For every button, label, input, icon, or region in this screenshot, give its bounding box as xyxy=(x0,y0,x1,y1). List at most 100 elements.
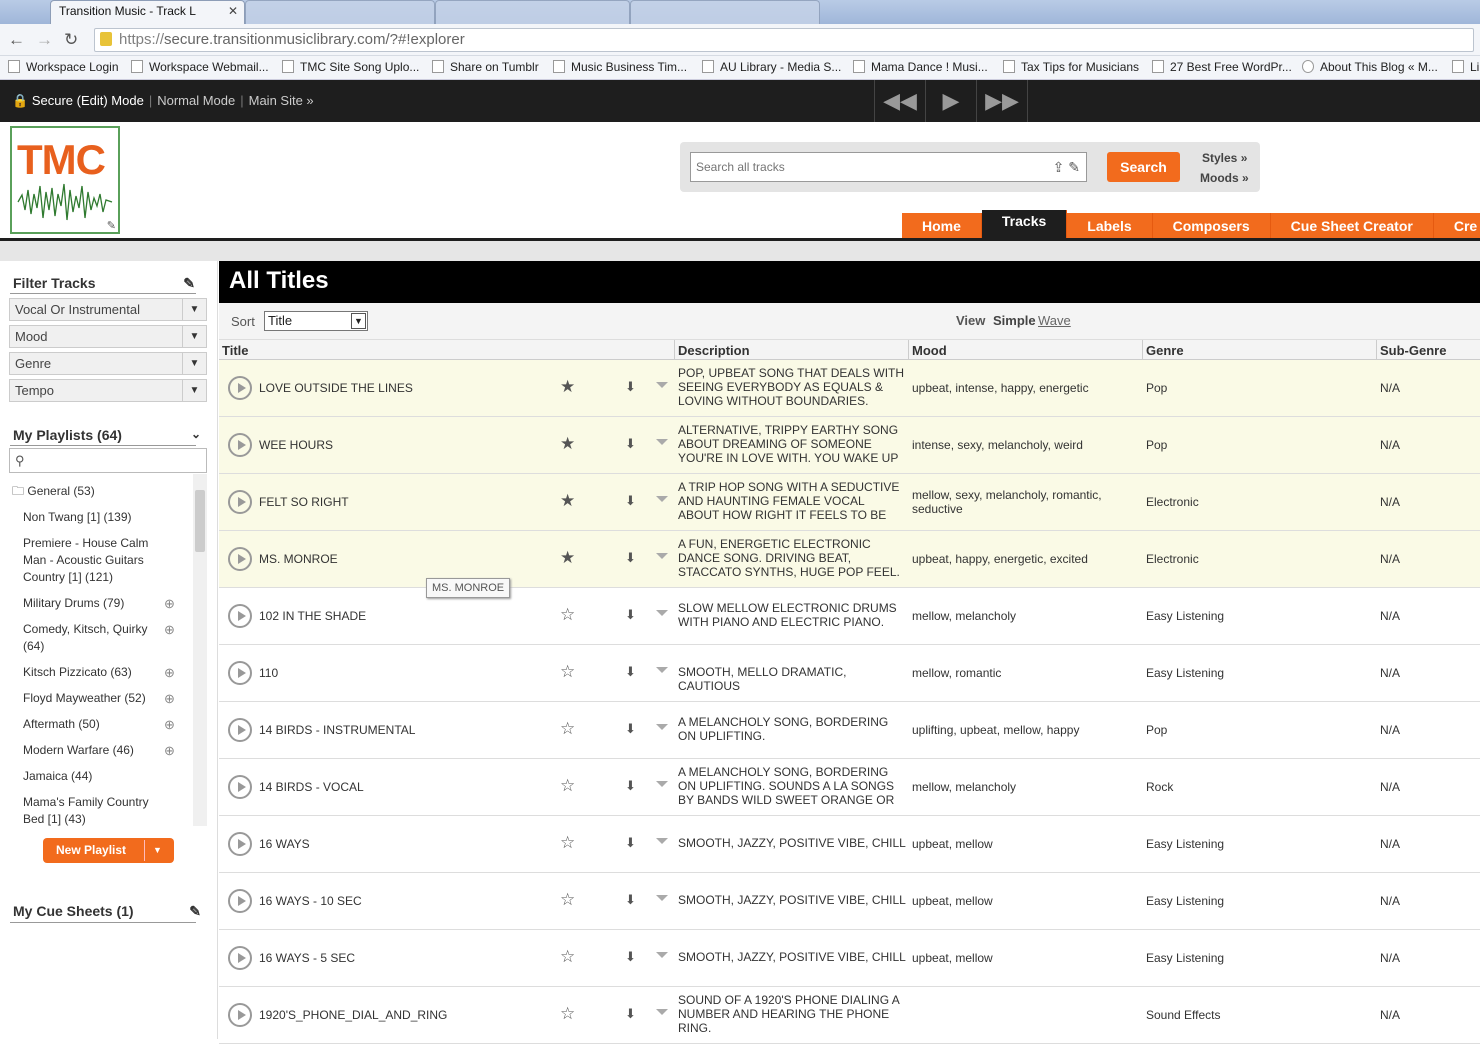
star-filled-icon[interactable]: ★ xyxy=(560,548,575,568)
col-genre[interactable]: Genre xyxy=(1146,343,1184,358)
browser-tab[interactable] xyxy=(630,0,820,24)
add-circle-icon[interactable]: ⊕ xyxy=(164,595,175,612)
play-circle-icon[interactable] xyxy=(228,661,252,685)
edit-icon[interactable]: ✎ xyxy=(107,219,116,232)
nav-more[interactable]: Cre xyxy=(1433,213,1480,239)
edit-icon[interactable]: ✎ xyxy=(189,903,201,920)
upload-icon[interactable]: ⇪ xyxy=(1053,159,1065,175)
track-title[interactable]: 16 WAYS - 10 SEC xyxy=(259,894,362,908)
back-icon[interactable]: ← xyxy=(8,30,25,50)
star-outline-icon[interactable]: ☆ xyxy=(560,833,575,853)
play-circle-icon[interactable] xyxy=(228,376,252,400)
play-circle-icon[interactable] xyxy=(228,832,252,856)
star-outline-icon[interactable]: ☆ xyxy=(560,1004,575,1024)
download-icon[interactable]: ⬇ xyxy=(625,607,636,623)
star-filled-icon[interactable]: ★ xyxy=(560,434,575,454)
secure-mode-link[interactable]: Secure (Edit) Mode xyxy=(32,93,144,108)
browser-tab[interactable] xyxy=(435,0,630,24)
view-simple[interactable]: Simple xyxy=(993,313,1036,328)
bookmark-item[interactable]: 27 Best Free WordPr... xyxy=(1152,60,1292,74)
edit-icon[interactable]: ✎ xyxy=(1068,159,1080,175)
play-circle-icon[interactable] xyxy=(228,547,252,571)
expand-icon[interactable] xyxy=(656,895,668,901)
play-circle-icon[interactable] xyxy=(228,490,252,514)
browser-tab-active[interactable]: Transition Music - Track L ✕ xyxy=(50,0,245,24)
filter-vocal-dropdown[interactable]: Vocal Or Instrumental ▼ xyxy=(9,298,207,321)
nav-labels[interactable]: Labels xyxy=(1067,213,1153,239)
col-mood[interactable]: Mood xyxy=(912,343,947,358)
star-outline-icon[interactable]: ☆ xyxy=(560,890,575,910)
table-row[interactable]: 16 WAYS ☆ ⬇ SMOOTH, JAZZY, POSITIVE VIBE, C… xyxy=(219,816,1480,873)
expand-icon[interactable] xyxy=(656,496,668,502)
star-outline-icon[interactable]: ☆ xyxy=(560,719,575,739)
nav-composers[interactable]: Composers xyxy=(1152,213,1271,239)
bookmark-item[interactable]: Share on Tumblr xyxy=(432,60,539,74)
table-row[interactable]: LOVE OUTSIDE THE LINES ★ ⬇ POP, UPBEAT SONG… xyxy=(219,360,1480,417)
expand-icon[interactable] xyxy=(656,439,668,445)
download-icon[interactable]: ⬇ xyxy=(625,436,636,452)
table-row[interactable]: 14 BIRDS - VOCAL ☆ ⬇ A MELANCHOLY SONG, BOR… xyxy=(219,759,1480,816)
play-circle-icon[interactable] xyxy=(228,718,252,742)
rewind-icon[interactable]: ◀◀ xyxy=(874,80,925,122)
bookmark-item[interactable]: Music Business Tim... xyxy=(553,60,687,74)
bookmark-item[interactable]: Workspace Login xyxy=(8,60,119,74)
expand-icon[interactable] xyxy=(656,553,668,559)
download-icon[interactable]: ⬇ xyxy=(625,721,636,737)
track-title[interactable]: 16 WAYS xyxy=(259,837,310,851)
add-circle-icon[interactable]: ⊕ xyxy=(164,690,175,707)
table-row[interactable]: FELT SO RIGHT ★ ⬇ A TRIP HOP SONG WITH A SE… xyxy=(219,474,1480,531)
download-icon[interactable]: ⬇ xyxy=(625,835,636,851)
my-cue-sheets-heading[interactable]: My Cue Sheets (1) ✎ xyxy=(13,903,201,920)
bookmark-item[interactable]: TMC Site Song Uplo... xyxy=(282,60,419,74)
track-title[interactable]: 14 BIRDS - VOCAL xyxy=(259,780,364,794)
star-outline-icon[interactable]: ☆ xyxy=(560,662,575,682)
bookmark-item[interactable]: Mama Dance ! Musi... xyxy=(853,60,988,74)
forward-icon[interactable]: → xyxy=(36,30,53,50)
play-icon[interactable]: ▶ xyxy=(925,80,976,122)
play-circle-icon[interactable] xyxy=(228,946,252,970)
styles-link[interactable]: Styles » xyxy=(1202,151,1247,165)
track-title[interactable]: WEE HOURS xyxy=(259,438,333,452)
reload-icon[interactable]: ↻ xyxy=(64,30,78,50)
nav-cue-sheet-creator[interactable]: Cue Sheet Creator xyxy=(1270,213,1434,239)
sort-select[interactable]: Title ▼ xyxy=(264,311,368,331)
nav-home[interactable]: Home xyxy=(902,213,982,239)
table-row[interactable]: WEE HOURS ★ ⬇ ALTERNATIVE, TRIPPY EARTHY SO… xyxy=(219,417,1480,474)
url-field[interactable]: https://secure.transitionmusiclibrary.co… xyxy=(94,28,1474,52)
play-circle-icon[interactable] xyxy=(228,604,252,628)
play-circle-icon[interactable] xyxy=(228,1003,252,1027)
bookmark-item[interactable]: About This Blog « M... xyxy=(1302,60,1438,74)
download-icon[interactable]: ⬇ xyxy=(625,949,636,965)
playlist-item[interactable]: Aftermath (50) ⊕ xyxy=(23,716,175,733)
playlist-scrollbar[interactable] xyxy=(193,474,207,826)
download-icon[interactable]: ⬇ xyxy=(625,1006,636,1022)
download-icon[interactable]: ⬇ xyxy=(625,550,636,566)
playlist-item[interactable]: Modern Warfare (46) ⊕ xyxy=(23,742,175,759)
playlist-item[interactable]: Premiere - House Calm Man - Acoustic Gui… xyxy=(23,535,163,586)
playlist-item[interactable]: Military Drums (79) ⊕ xyxy=(23,595,175,612)
star-outline-icon[interactable]: ☆ xyxy=(560,776,575,796)
view-wave[interactable]: Wave xyxy=(1038,313,1071,328)
playlist-item[interactable]: Comedy, Kitsch, Quirky (64) ⊕ xyxy=(23,621,175,655)
fast-forward-icon[interactable]: ▶▶ xyxy=(976,80,1028,122)
star-outline-icon[interactable]: ☆ xyxy=(560,605,575,625)
track-title[interactable]: 1920'S_PHONE_DIAL_AND_RING xyxy=(259,1008,447,1022)
filter-mood-dropdown[interactable]: Mood ▼ xyxy=(9,325,207,348)
add-circle-icon[interactable]: ⊕ xyxy=(164,716,175,733)
download-icon[interactable]: ⬇ xyxy=(625,379,636,395)
expand-icon[interactable] xyxy=(656,724,668,730)
star-filled-icon[interactable]: ★ xyxy=(560,377,575,397)
add-circle-icon[interactable]: ⊕ xyxy=(164,664,175,681)
track-title[interactable]: 110 xyxy=(259,666,278,680)
play-circle-icon[interactable] xyxy=(228,433,252,457)
col-title[interactable]: Title xyxy=(222,343,249,358)
expand-icon[interactable] xyxy=(656,610,668,616)
track-title[interactable]: LOVE OUTSIDE THE LINES xyxy=(259,381,413,395)
playlist-folder[interactable]: 🗀 General (53) xyxy=(12,483,162,500)
expand-icon[interactable] xyxy=(656,667,668,673)
filter-genre-dropdown[interactable]: Genre ▼ xyxy=(9,352,207,375)
expand-icon[interactable] xyxy=(656,1009,668,1015)
playlist-item[interactable]: Jamaica (44) xyxy=(23,768,173,785)
table-row[interactable]: 1920'S_PHONE_DIAL_AND_RING ☆ ⬇ SOUND OF A 1… xyxy=(219,987,1480,1044)
normal-mode-link[interactable]: Normal Mode xyxy=(157,93,235,108)
